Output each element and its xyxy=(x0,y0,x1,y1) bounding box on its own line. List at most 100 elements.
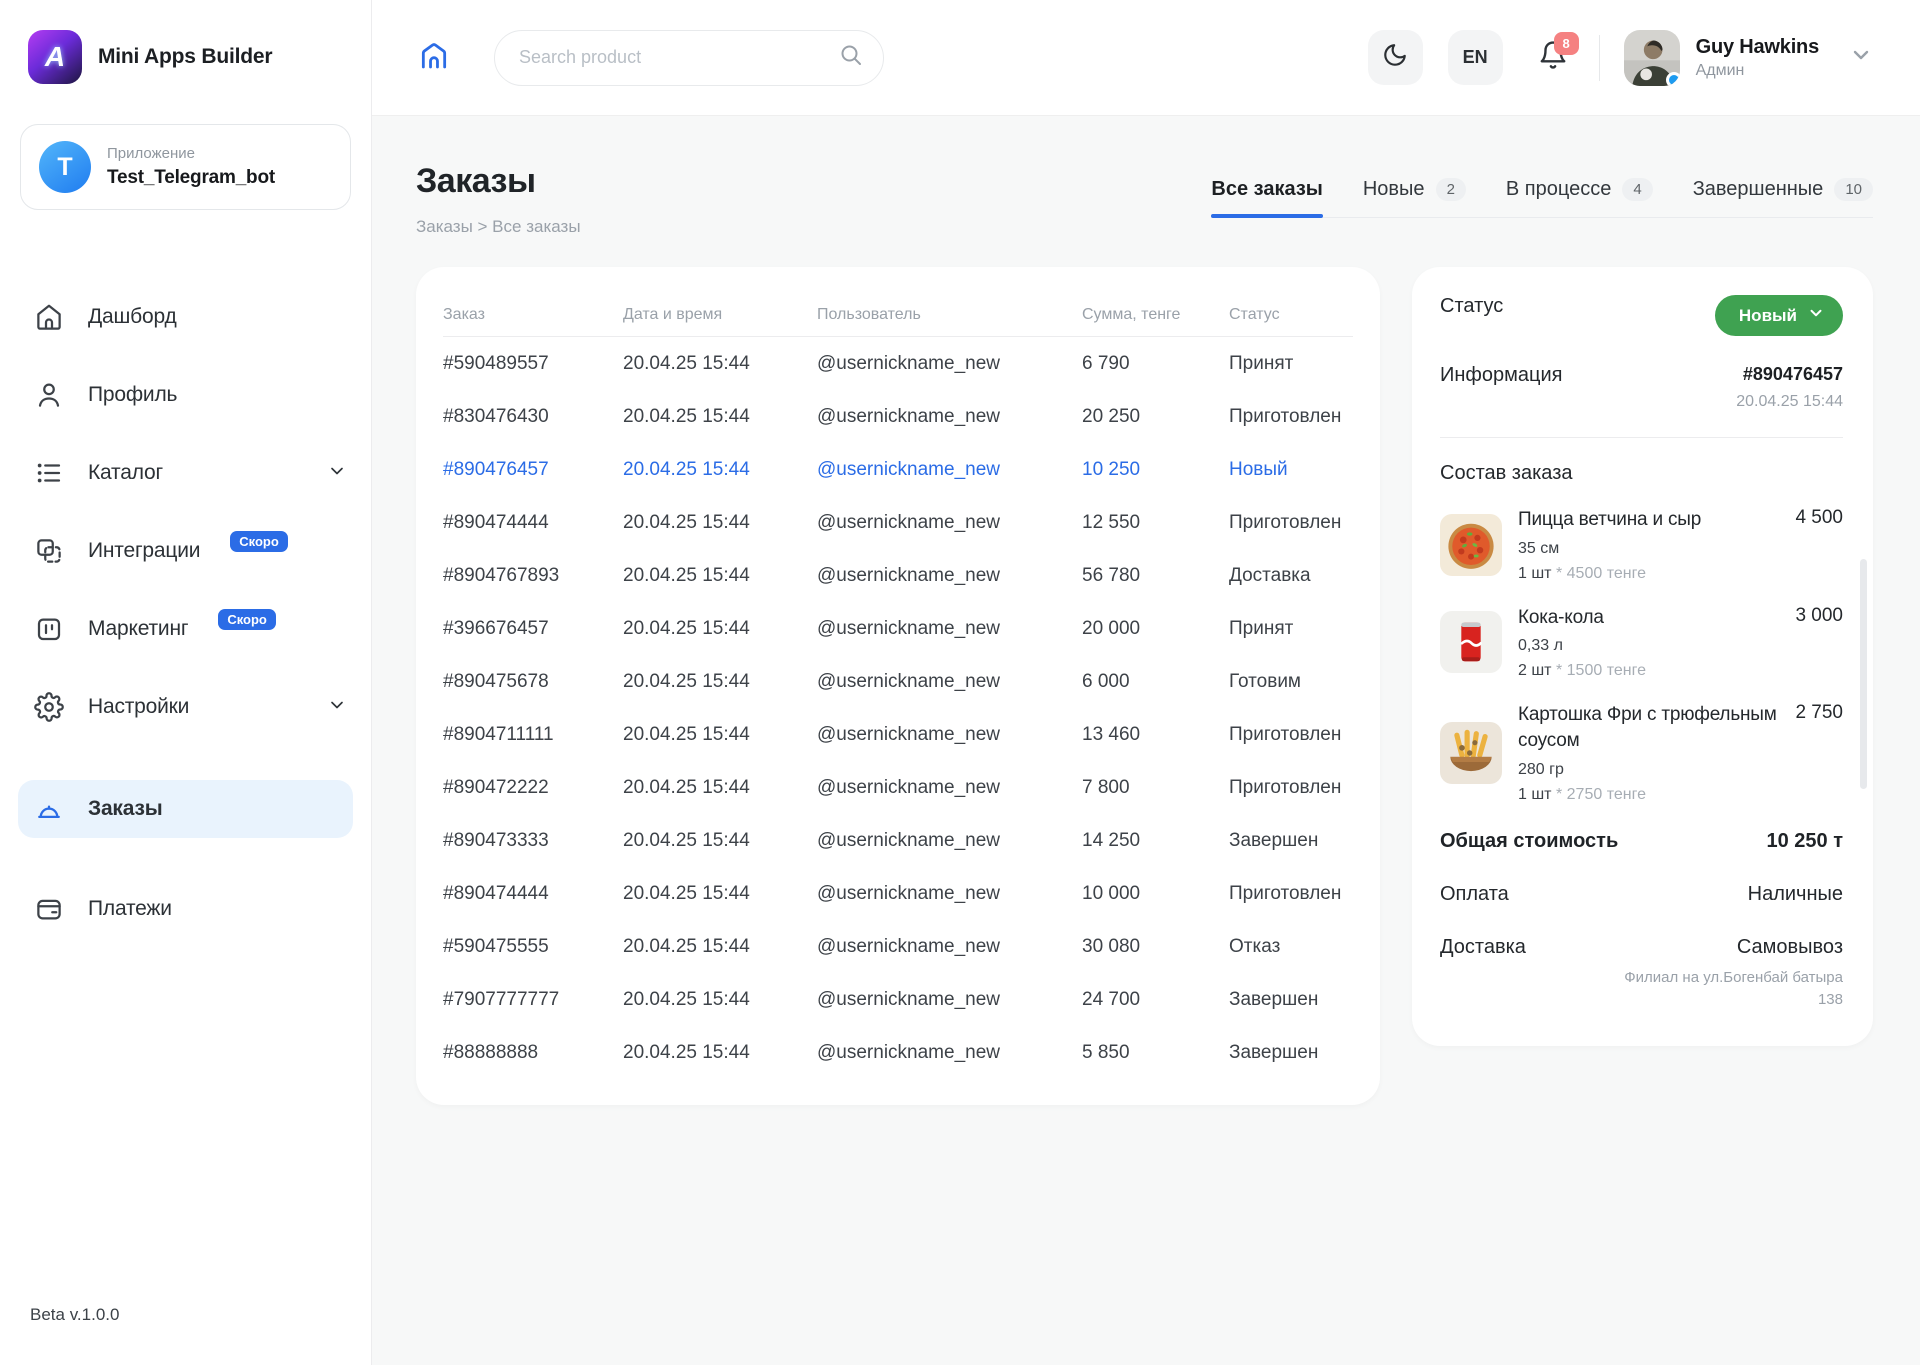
notifications-button[interactable]: 8 xyxy=(1533,36,1573,80)
cell-user: @usernickname_new xyxy=(817,512,1082,534)
table-row[interactable]: #39667645720.04.25 15:44@usernickname_ne… xyxy=(443,602,1353,655)
sidebar-item-payments[interactable]: Платежи xyxy=(0,880,371,938)
table-row[interactable]: #89047333320.04.25 15:44@usernickname_ne… xyxy=(443,814,1353,867)
table-row[interactable]: #89047645720.04.25 15:44@usernickname_ne… xyxy=(443,443,1353,496)
tab-Завершенные[interactable]: Завершенные10 xyxy=(1693,178,1873,217)
theme-toggle-button[interactable] xyxy=(1368,30,1423,85)
chevron-down-icon xyxy=(1849,43,1873,72)
table-row[interactable]: #890471111120.04.25 15:44@usernickname_n… xyxy=(443,708,1353,761)
table-row[interactable]: #59048955720.04.25 15:44@usernickname_ne… xyxy=(443,337,1353,390)
main-area: EN 8 Guy Hawkins Админ xyxy=(372,0,1920,1365)
total-value: 10 250 т xyxy=(1766,830,1843,853)
sidebar-item-orders[interactable]: Заказы xyxy=(18,780,353,838)
item-total-price: 3 000 xyxy=(1795,605,1843,627)
cell-id: #890472222 xyxy=(443,777,623,799)
marketing-icon xyxy=(34,614,64,644)
order-item: Картошка Фри с трюфельным соусом280 гр1 … xyxy=(1440,702,1843,803)
app-selector-card[interactable]: T Приложение Test_Telegram_bot xyxy=(20,124,351,210)
table-row[interactable]: #89047444420.04.25 15:44@usernickname_ne… xyxy=(443,496,1353,549)
cell-amount: 30 080 xyxy=(1082,936,1229,958)
cell-id: #890474444 xyxy=(443,512,623,534)
table-row[interactable]: #890476789320.04.25 15:44@usernickname_n… xyxy=(443,549,1353,602)
tab-Новые[interactable]: Новые2 xyxy=(1363,178,1466,217)
table-row[interactable]: #790777777720.04.25 15:44@usernickname_n… xyxy=(443,973,1353,1026)
cell-status: Завершен xyxy=(1229,1042,1353,1064)
table-row[interactable]: #89047444420.04.25 15:44@usernickname_ne… xyxy=(443,867,1353,920)
sidebar-item-dashboard[interactable]: Дашборд xyxy=(0,288,371,346)
brand-name: Mini Apps Builder xyxy=(98,45,272,69)
details-scrollbar[interactable] xyxy=(1860,559,1867,789)
status-value: Новый xyxy=(1739,306,1797,326)
cell-user: @usernickname_new xyxy=(817,671,1082,693)
sidebar-item-label: Интеграции xyxy=(88,539,200,563)
title-block: Заказы Заказы > Все заказы xyxy=(416,162,581,237)
user-profile-menu[interactable]: Guy Hawkins Админ xyxy=(1624,30,1873,86)
cell-id: #890475678 xyxy=(443,671,623,693)
cell-datetime: 20.04.25 15:44 xyxy=(623,777,817,799)
sidebar-item-settings[interactable]: Настройки xyxy=(0,678,371,736)
payment-label: Оплата xyxy=(1440,883,1509,906)
order-details-panel: Статус Новый Информация #890476457 20 xyxy=(1412,267,1873,1046)
tab-Все заказы[interactable]: Все заказы xyxy=(1211,178,1322,217)
table-header-row: ЗаказДата и времяПользовательСумма, тенг… xyxy=(443,293,1353,337)
cell-amount: 6 000 xyxy=(1082,671,1229,693)
sidebar-item-profile[interactable]: Профиль xyxy=(0,366,371,424)
list-icon xyxy=(34,458,64,488)
cell-amount: 5 850 xyxy=(1082,1042,1229,1064)
table-row[interactable]: #89047222220.04.25 15:44@usernickname_ne… xyxy=(443,761,1353,814)
status-dropdown[interactable]: Новый xyxy=(1715,295,1843,336)
gear-icon xyxy=(34,692,64,722)
table-row[interactable]: #89047567820.04.25 15:44@usernickname_ne… xyxy=(443,655,1353,708)
info-values: #890476457 20.04.25 15:44 xyxy=(1736,364,1843,411)
soon-badge: Скоро xyxy=(230,531,288,552)
home-icon xyxy=(418,39,450,76)
sidebar-item-marketing[interactable]: МаркетингСкоро xyxy=(0,600,371,658)
table-row[interactable]: #59047555520.04.25 15:44@usernickname_ne… xyxy=(443,920,1353,973)
sidebar-item-label: Платежи xyxy=(88,897,172,921)
sidebar-item-catalog[interactable]: Каталог xyxy=(0,444,371,502)
integrations-icon xyxy=(34,536,64,566)
cell-datetime: 20.04.25 15:44 xyxy=(623,406,817,428)
cell-status: Приготовлен xyxy=(1229,777,1353,799)
cell-id: #590475555 xyxy=(443,936,623,958)
topbar-divider xyxy=(1599,35,1600,81)
payment-row: Оплата Наличные xyxy=(1440,883,1843,906)
language-button[interactable]: EN xyxy=(1448,30,1503,85)
tab-В процессе[interactable]: В процессе4 xyxy=(1506,178,1653,217)
app-card-label: Приложение xyxy=(107,145,275,162)
tab-label: Завершенные xyxy=(1693,178,1824,201)
cell-amount: 24 700 xyxy=(1082,989,1229,1011)
search-icon[interactable] xyxy=(839,43,863,72)
cell-user: @usernickname_new xyxy=(817,936,1082,958)
cell-user: @usernickname_new xyxy=(817,1042,1082,1064)
table-row[interactable]: #8888888820.04.25 15:44@usernickname_new… xyxy=(443,1026,1353,1079)
item-total-price: 2 750 xyxy=(1795,702,1843,724)
brand-logo-icon: A xyxy=(28,30,82,84)
column-header: Сумма, тенге xyxy=(1082,306,1229,324)
cell-user: @usernickname_new xyxy=(817,830,1082,852)
table-row[interactable]: #83047643020.04.25 15:44@usernickname_ne… xyxy=(443,390,1353,443)
order-item: Кока-кола0,33 л2 шт * 1500 тенге3 000 xyxy=(1440,605,1843,681)
cell-amount: 10 000 xyxy=(1082,883,1229,905)
column-header: Статус xyxy=(1229,306,1353,324)
sidebar-item-integrations[interactable]: Интеграции Скоро xyxy=(0,522,371,580)
cell-user: @usernickname_new xyxy=(817,777,1082,799)
brand: A Mini Apps Builder xyxy=(0,0,371,84)
home-button[interactable] xyxy=(416,40,452,76)
cell-id: #8904767893 xyxy=(443,565,623,587)
cell-user: @usernickname_new xyxy=(817,565,1082,587)
item-size: 35 см xyxy=(1518,540,1779,558)
sidebar-item-label: Настройки xyxy=(88,695,189,719)
search-input[interactable] xyxy=(519,47,839,68)
soon-badge: Скоро xyxy=(218,609,276,630)
cell-id: #88888888 xyxy=(443,1042,623,1064)
tab-count-badge: 2 xyxy=(1436,178,1466,201)
home-icon xyxy=(34,302,64,332)
cell-datetime: 20.04.25 15:44 xyxy=(623,512,817,534)
cell-amount: 14 250 xyxy=(1082,830,1229,852)
version-label: Beta v.1.0.0 xyxy=(0,1305,371,1365)
app-card-name: Test_Telegram_bot xyxy=(107,167,275,189)
cell-user: @usernickname_new xyxy=(817,353,1082,375)
cell-user: @usernickname_new xyxy=(817,883,1082,905)
cell-user: @usernickname_new xyxy=(817,724,1082,746)
